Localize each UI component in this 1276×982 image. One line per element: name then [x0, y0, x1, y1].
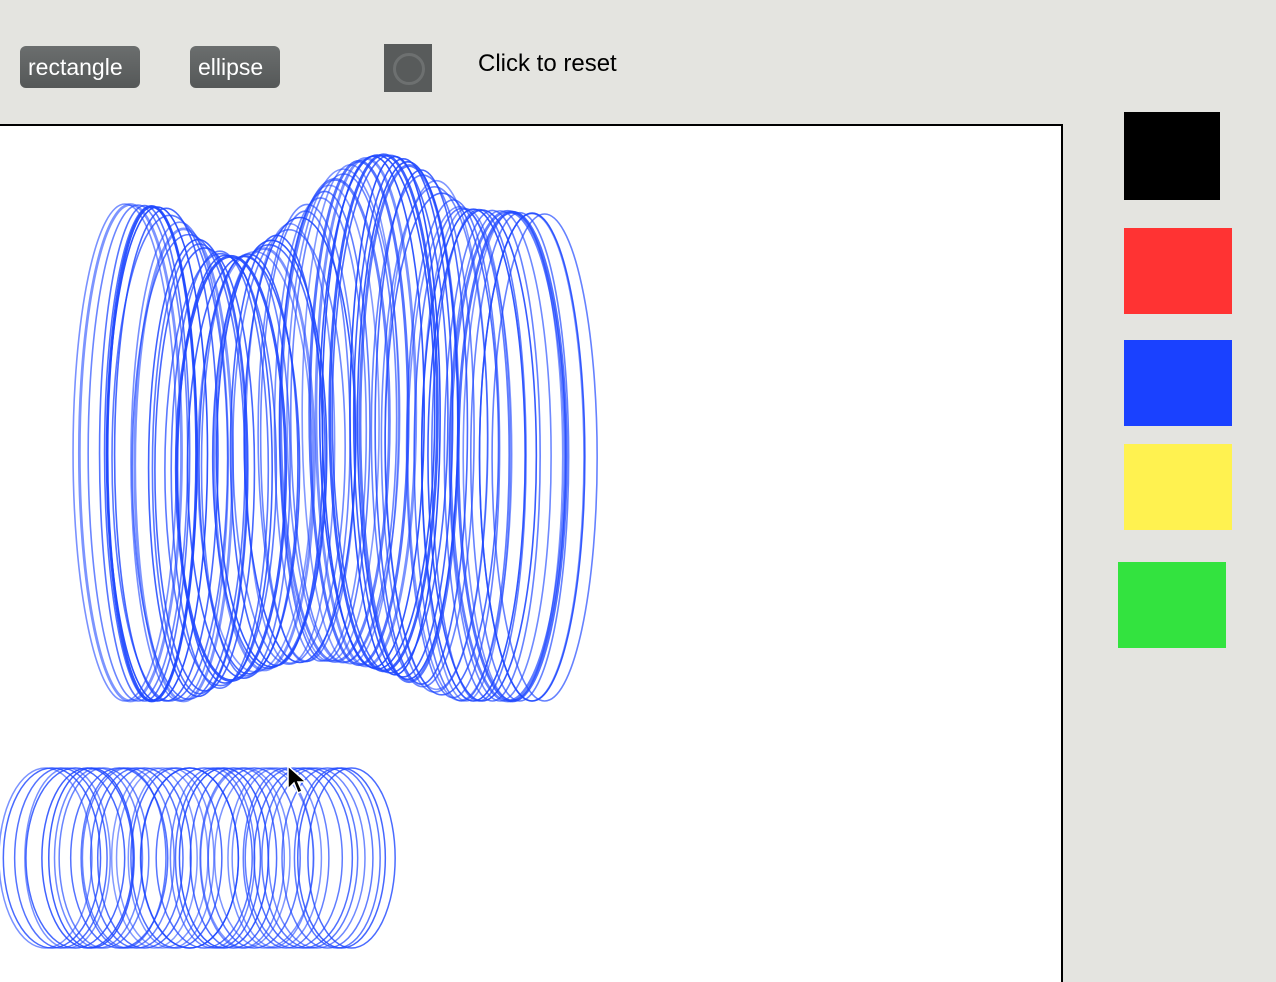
- reset-label: Click to reset: [478, 50, 617, 77]
- drawn-ellipse: [87, 204, 189, 702]
- ellipse-button[interactable]: ellipse: [190, 46, 280, 88]
- color-swatch-blue[interactable]: [1124, 340, 1232, 426]
- color-swatch-red[interactable]: [1124, 228, 1232, 314]
- reset-button[interactable]: [384, 44, 432, 92]
- drawn-ellipse: [242, 767, 330, 949]
- color-swatch-black[interactable]: [1124, 112, 1220, 200]
- color-swatch-green[interactable]: [1118, 562, 1226, 648]
- drawn-ellipse: [491, 213, 598, 702]
- drawn-ellipse: [189, 767, 278, 949]
- drawing-canvas[interactable]: [0, 124, 1063, 982]
- drawn-ellipse: [0, 767, 93, 949]
- drawn-ellipse: [174, 767, 262, 949]
- color-swatch-yellow[interactable]: [1124, 444, 1232, 530]
- circle-icon: [393, 53, 425, 85]
- drawn-ellipse: [469, 211, 570, 702]
- drawn-ellipses: [0, 153, 598, 949]
- app-window: rectangle ellipse Click to reset: [0, 0, 1276, 982]
- drawn-ellipse: [2, 767, 102, 949]
- drawn-ellipse: [281, 767, 374, 949]
- rectangle-button[interactable]: rectangle: [20, 46, 140, 88]
